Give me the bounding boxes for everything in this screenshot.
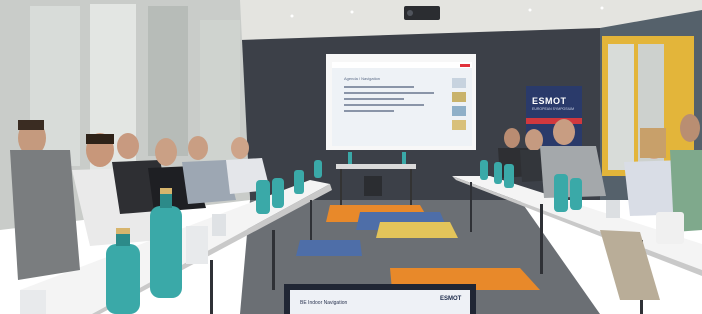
laptop-screen-title: BE Indoor Navigation bbox=[300, 300, 348, 306]
slide-thumbnail bbox=[452, 92, 466, 102]
water-bottle bbox=[348, 152, 352, 164]
slide-thumbnail bbox=[452, 120, 466, 130]
glass bbox=[186, 226, 208, 264]
table-leg bbox=[470, 182, 472, 232]
chair bbox=[364, 176, 382, 196]
back-table bbox=[336, 164, 416, 169]
slide-text-line bbox=[344, 92, 434, 94]
glass bbox=[20, 290, 46, 314]
slide-thumbnail bbox=[452, 106, 466, 116]
slide-text-line bbox=[344, 86, 414, 88]
slide-text-line bbox=[344, 110, 394, 112]
slide-text-line bbox=[344, 104, 424, 106]
meeting-room-photo: Agenda / Navigation ESMOT EUROPEAN SYMPO… bbox=[0, 0, 702, 314]
cabinet-door bbox=[608, 44, 634, 170]
ceiling-light bbox=[350, 10, 354, 14]
ceiling-light bbox=[528, 8, 532, 12]
table-leg bbox=[272, 230, 275, 290]
carpet-patch-yellow bbox=[376, 222, 458, 238]
banner-stripe bbox=[526, 118, 582, 124]
banner-subtitle: EUROPEAN SYMPOSIUM bbox=[532, 107, 575, 111]
ceiling-light bbox=[290, 14, 294, 18]
ceiling-light bbox=[600, 6, 604, 10]
glass bbox=[212, 214, 226, 236]
slide-title: Agenda / Navigation bbox=[344, 76, 381, 81]
slide-accent bbox=[460, 64, 470, 67]
table-leg bbox=[540, 204, 543, 274]
table-leg bbox=[210, 260, 213, 314]
back-table-leg bbox=[410, 169, 412, 205]
table-leg bbox=[310, 200, 312, 240]
back-table-leg bbox=[340, 169, 342, 205]
slide-text-line bbox=[344, 98, 404, 100]
water-bottle bbox=[402, 152, 406, 164]
cup bbox=[656, 212, 684, 244]
cup bbox=[606, 200, 620, 218]
projector-lens bbox=[407, 10, 413, 16]
slide-thumbnail bbox=[452, 78, 466, 88]
carpet-patch-blue bbox=[296, 240, 362, 256]
slide-header-bar bbox=[332, 62, 472, 68]
laptop-logo: ESMOT bbox=[440, 296, 462, 302]
photo-canvas bbox=[0, 0, 702, 314]
window-panel bbox=[148, 6, 188, 156]
banner-logo: ESMOT bbox=[532, 96, 567, 106]
